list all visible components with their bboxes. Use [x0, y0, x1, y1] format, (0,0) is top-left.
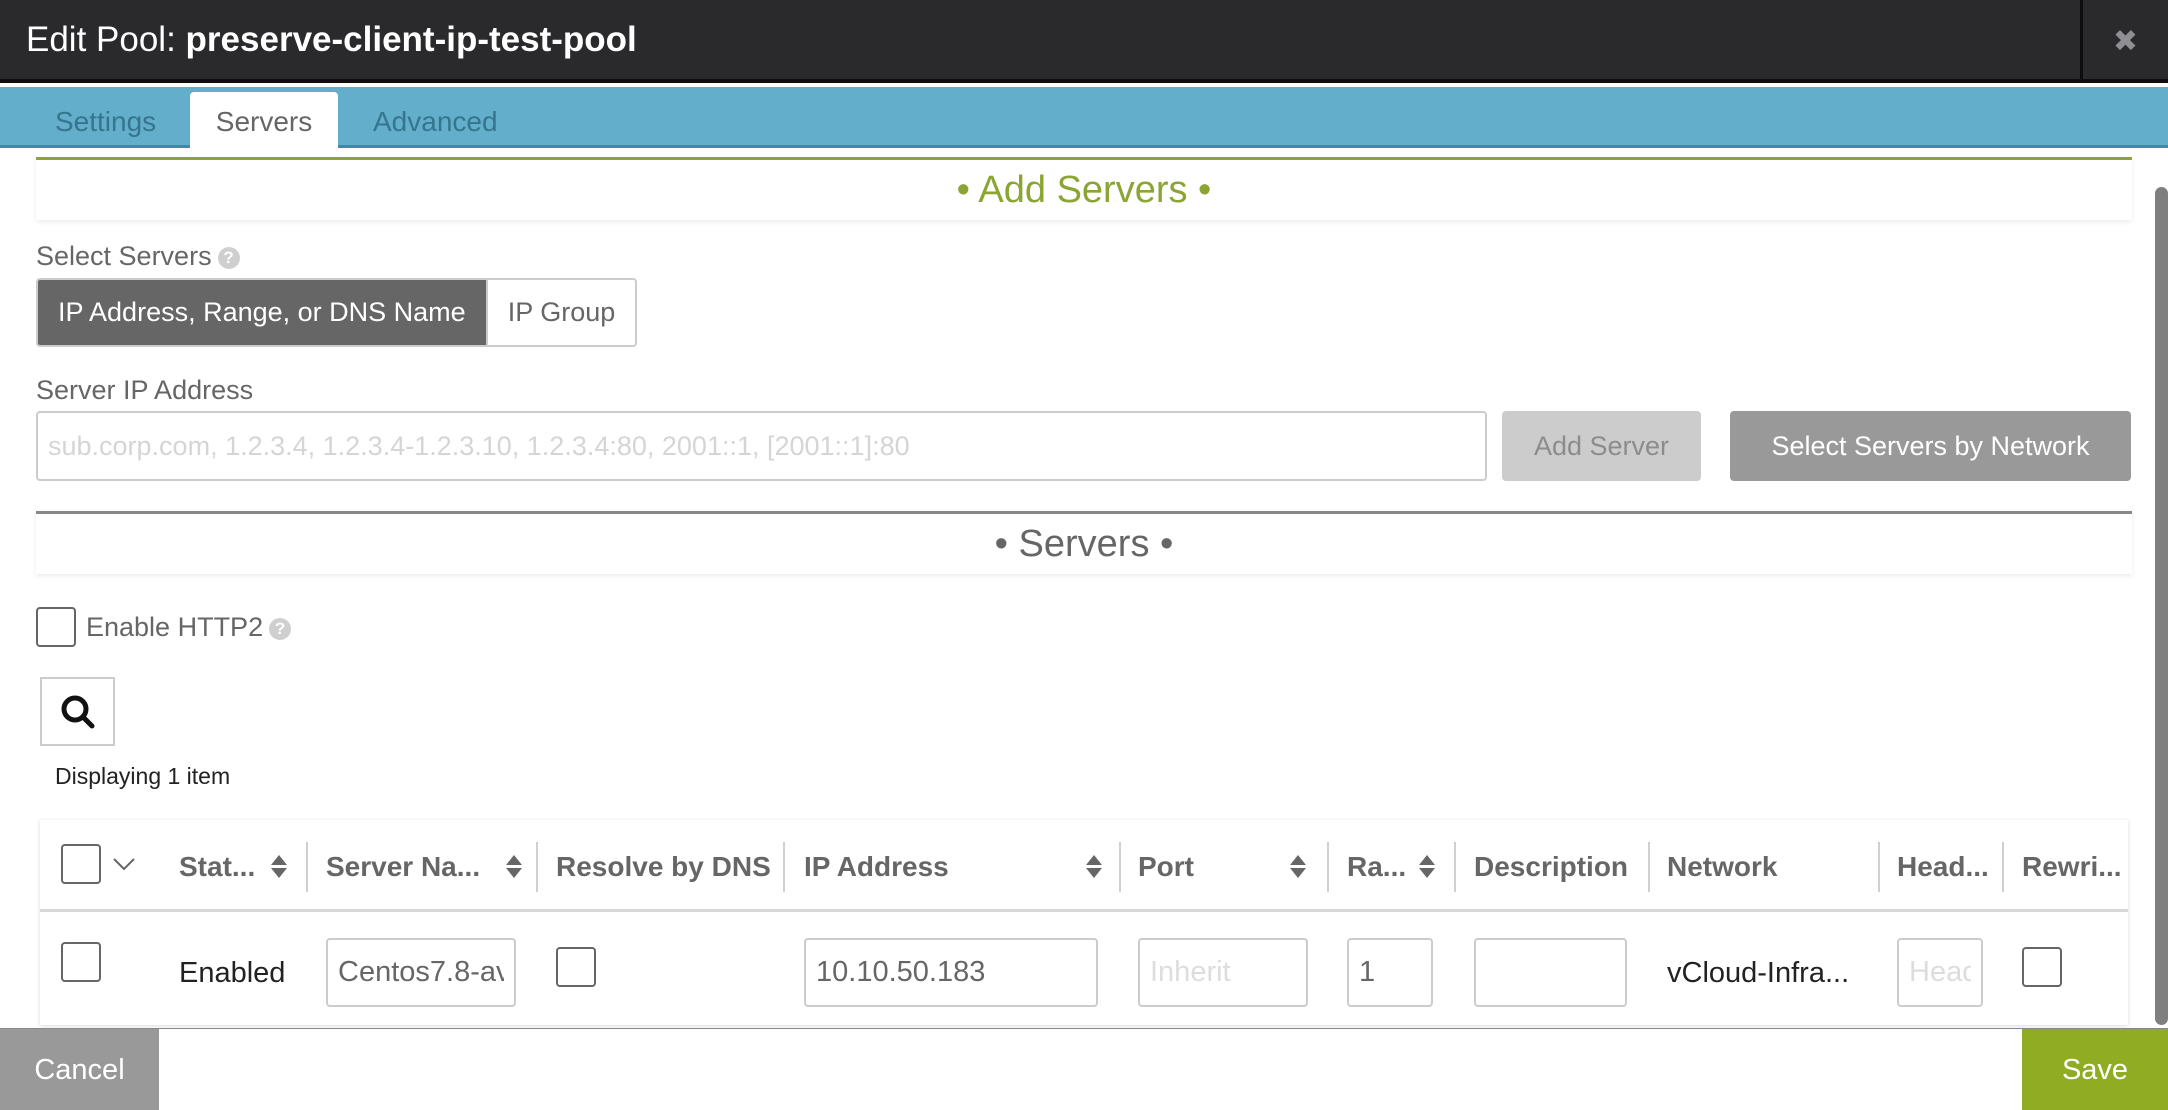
save-button[interactable]: Save [2022, 1029, 2168, 1110]
column-header-resolve-by-dns[interactable]: Resolve by DNS [556, 842, 771, 892]
displaying-count: Displaying 1 item [55, 763, 231, 789]
option-ip-group[interactable]: IP Group [485, 280, 636, 345]
enable-http2-label-text: Enable HTTP2 [86, 612, 264, 642]
table-header: Stat... Server Na... Resolve by DNS IP A… [40, 820, 2128, 912]
column-header-status-label: Stat... [179, 851, 256, 882]
column-header-server-name-label: Server Na... [326, 851, 481, 882]
chevron-down-icon[interactable] [112, 856, 136, 872]
select-servers-by-network-button[interactable]: Select Servers by Network [1730, 411, 2131, 481]
column-header-header[interactable]: Head... [1897, 842, 1989, 892]
enable-http2-label: Enable HTTP2? [86, 609, 292, 645]
column-header-network[interactable]: Network [1667, 842, 1777, 892]
help-icon[interactable]: ? [269, 618, 292, 640]
select-servers-toggle: IP Address, Range, or DNS Name IP Group [36, 278, 638, 347]
help-icon[interactable]: ? [217, 247, 240, 269]
column-header-description[interactable]: Description [1474, 842, 1628, 892]
tab-advanced[interactable]: Advanced [373, 99, 498, 145]
column-header-ratio-label: Ra... [1347, 851, 1407, 882]
row-resolve-by-dns-checkbox[interactable] [556, 947, 596, 987]
column-header-ratio[interactable]: Ra... [1347, 842, 1435, 892]
row-server-name-input[interactable] [326, 938, 516, 1007]
select-servers-label-text: Select Servers [36, 241, 212, 271]
row-select-checkbox[interactable] [61, 942, 101, 982]
row-ip-address-input[interactable] [804, 938, 1098, 1007]
servers-table: Stat... Server Na... Resolve by DNS IP A… [40, 820, 2128, 1025]
table-row: Enabled vCloud-Infra... [40, 915, 2128, 1025]
column-header-status[interactable]: Stat... [179, 842, 287, 892]
dialog-title: Edit Pool: preserve-client-ip-test-pool [26, 18, 637, 62]
server-ip-address-input[interactable] [36, 411, 1487, 481]
servers-section-title: • Servers • [36, 511, 2132, 574]
column-header-port[interactable]: Port [1138, 842, 1306, 892]
tab-servers[interactable]: Servers [190, 92, 338, 155]
column-header-rewrite[interactable]: Rewri... [2022, 842, 2122, 892]
server-ip-address-label: Server IP Address [36, 375, 254, 405]
close-button[interactable]: ✖ [2080, 0, 2168, 83]
dialog-title-bar: Edit Pool: preserve-client-ip-test-pool … [0, 0, 2168, 83]
select-servers-label: Select Servers? [36, 241, 240, 272]
sort-icon[interactable] [1419, 855, 1435, 879]
dialog-content: • Add Servers • Select Servers? IP Addre… [0, 151, 2168, 1028]
tab-bar: Settings Servers Advanced [0, 87, 2168, 155]
row-status: Enabled [179, 957, 286, 989]
tab-settings[interactable]: Settings [55, 99, 156, 145]
close-icon: ✖ [2112, 24, 2139, 58]
column-divider[interactable] [536, 842, 538, 892]
column-divider[interactable] [306, 842, 308, 892]
option-ip-address-range-dns[interactable]: IP Address, Range, or DNS Name [38, 280, 486, 345]
column-divider[interactable] [1454, 842, 1456, 892]
row-port-input[interactable] [1138, 938, 1308, 1007]
column-divider[interactable] [1648, 842, 1650, 892]
row-description-input[interactable] [1474, 938, 1627, 1007]
column-divider[interactable] [1878, 842, 1880, 892]
column-divider[interactable] [783, 842, 785, 892]
sort-icon[interactable] [1290, 855, 1306, 879]
row-network: vCloud-Infra... [1667, 957, 1850, 989]
add-servers-section-title: • Add Servers • [36, 157, 2132, 220]
pool-name: preserve-client-ip-test-pool [185, 20, 637, 59]
column-header-ip-address[interactable]: IP Address [804, 842, 1102, 892]
sort-icon[interactable] [506, 855, 522, 879]
row-header-input[interactable] [1897, 938, 1983, 1007]
sort-icon[interactable] [271, 855, 287, 879]
search-icon [61, 695, 94, 728]
column-divider[interactable] [2002, 842, 2004, 892]
row-rewrite-checkbox[interactable] [2022, 947, 2062, 987]
dialog-footer: Cancel Save [0, 1028, 2168, 1110]
column-header-port-label: Port [1138, 851, 1194, 882]
cancel-button[interactable]: Cancel [0, 1029, 159, 1110]
column-divider[interactable] [1119, 842, 1121, 892]
column-divider[interactable] [1327, 842, 1329, 892]
search-button[interactable] [40, 677, 115, 746]
column-header-server-name[interactable]: Server Na... [326, 842, 522, 892]
vertical-scrollbar[interactable] [2155, 187, 2168, 1025]
sort-icon[interactable] [1086, 855, 1102, 879]
row-ratio-input[interactable] [1347, 938, 1433, 1007]
column-header-ip-address-label: IP Address [804, 851, 949, 882]
add-server-button[interactable]: Add Server [1502, 411, 1701, 481]
select-all-checkbox[interactable] [61, 844, 101, 884]
enable-http2-checkbox[interactable] [36, 607, 76, 647]
dialog-title-prefix: Edit Pool: [26, 20, 176, 59]
